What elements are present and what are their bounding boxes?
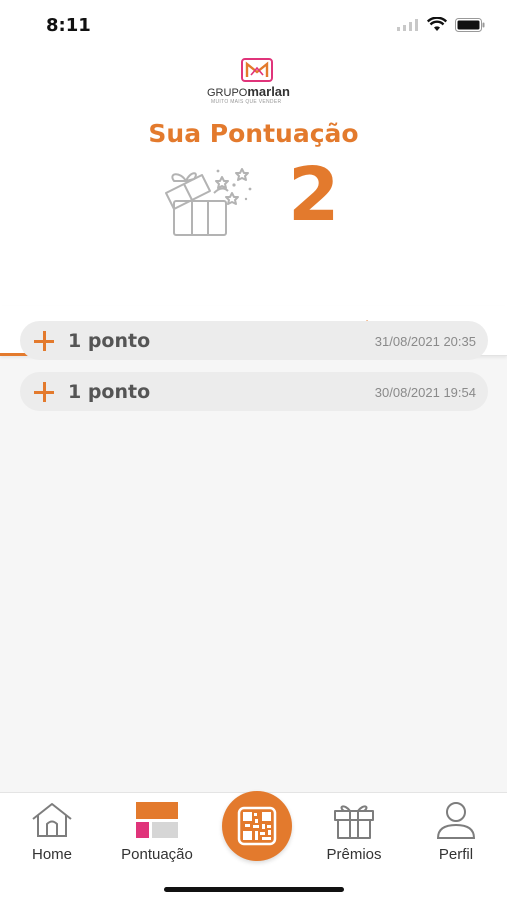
logo-text: GRUPOmarlan xyxy=(207,84,307,99)
entry-label: 1 ponto xyxy=(68,330,151,352)
nav-premios-label: Prêmios xyxy=(326,846,382,863)
list-item: 1 ponto 31/08/2021 20:35 xyxy=(20,321,488,360)
score-header: GRUPOmarlan MUITO MAIS QUE VENDER Sua Po… xyxy=(0,50,507,356)
status-icons xyxy=(397,17,485,32)
home-icon xyxy=(32,803,72,837)
nav-pontuacao-label: Pontuação xyxy=(121,846,193,863)
brand-logo: GRUPOmarlan MUITO MAIS QUE VENDER xyxy=(207,58,307,105)
nav-perfil[interactable]: Perfil xyxy=(406,801,506,863)
nav-home[interactable]: Home xyxy=(2,801,102,863)
battery-icon xyxy=(455,17,485,32)
score-icon xyxy=(136,802,178,838)
nav-premios[interactable]: Prêmios xyxy=(304,801,404,863)
plus-icon xyxy=(34,382,54,402)
logo-grupo: GRUPO xyxy=(207,87,248,99)
gift-icon xyxy=(334,805,374,839)
points-list: 1 ponto 31/08/2021 20:35 1 ponto 30/08/2… xyxy=(20,321,488,423)
status-time: 8:11 xyxy=(46,15,91,36)
qr-scan-button[interactable] xyxy=(222,791,292,861)
entry-date: 31/08/2021 20:35 xyxy=(374,334,476,349)
nav-home-label: Home xyxy=(31,846,72,863)
qr-code-icon xyxy=(237,806,277,846)
plus-icon xyxy=(34,331,54,351)
logo-marlan: marlan xyxy=(247,84,290,99)
points-value: 2 xyxy=(288,152,340,238)
profile-icon xyxy=(436,802,476,839)
nav-pontuacao[interactable]: Pontuação xyxy=(107,801,207,863)
page-title: Sua Pontuação xyxy=(148,119,359,148)
logo-mark-icon xyxy=(241,58,273,82)
home-indicator xyxy=(164,887,344,892)
entry-date: 30/08/2021 19:54 xyxy=(374,385,476,400)
list-item: 1 ponto 30/08/2021 19:54 xyxy=(20,372,488,411)
gift-illustration xyxy=(165,168,252,236)
status-bar: 8:11 xyxy=(0,0,507,50)
nav-perfil-label: Perfil xyxy=(438,846,474,863)
signal-icon xyxy=(397,18,418,31)
logo-tagline: MUITO MAIS QUE VENDER xyxy=(211,99,282,105)
wifi-icon xyxy=(427,17,447,31)
bottom-nav: Home Pontuação Prêmios Perfil xyxy=(0,791,507,900)
entry-label: 1 ponto xyxy=(68,381,151,403)
